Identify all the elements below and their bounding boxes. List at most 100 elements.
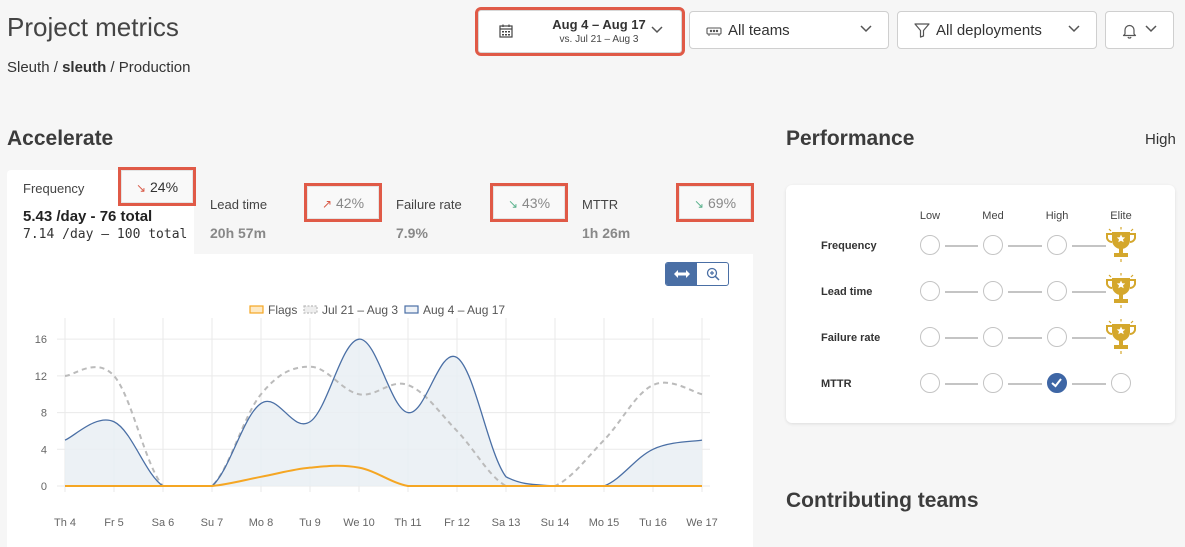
level-header: High [1045,210,1069,222]
level-connector [1008,383,1042,385]
deployments-dropdown-label: All deployments [936,22,1042,39]
arrow-down-right-icon: ↘ [135,181,147,195]
x-tick-label: Tu 9 [299,517,321,529]
x-tick-label: We 10 [343,517,375,529]
arrow-down-right-icon: ↘ [693,197,705,211]
deployments-dropdown[interactable]: All deployments [897,11,1097,49]
arrow-up-right-icon: ↗ [321,197,333,211]
y-tick-label: 16 [35,334,47,346]
x-tick-label: Tu 16 [639,517,667,529]
chevron-down-icon [860,25,872,33]
trophy-icon [1106,227,1136,262]
y-tick-label: 4 [41,444,47,456]
y-tick-label: 0 [41,481,47,493]
change-badge: ↘ 69% [676,183,754,222]
level-connector [945,383,978,385]
x-tick-label: Mo 15 [589,517,620,529]
metric-value: 7.9% [396,225,428,241]
performance-row-label: MTTR [821,378,852,390]
legend-swatch [303,305,318,314]
change-value: 42% [336,195,365,211]
breadcrumb-separator: / [53,59,58,76]
change-badge: ↘ 43% [490,183,568,222]
performance-row-label: Frequency [821,240,877,252]
level-circle [1047,235,1067,255]
x-tick-label: Fr 12 [444,517,470,529]
level-connector [1072,337,1106,339]
deployment-frequency-chart: 0 4 8 12 16 Th 4 Fr 5 Sa 6 Su 7 Mo 8 Tu 9 We 10 Th 1… [35,303,718,529]
level-header: Med [982,210,1004,222]
x-tick-label: Th 4 [54,517,76,529]
performance-overall: High [1145,131,1176,148]
level-connector [945,337,978,339]
metric-tabs: Frequency 5.43 /day - 76 total 7.14 /day… [7,167,754,254]
performance-row-label: Lead time [821,286,873,298]
date-range-compare: vs. Jul 21 – Aug 3 [559,34,639,45]
filter-icon [914,23,930,38]
change-badge: ↘ 24% [118,167,196,206]
legend-swatch [249,305,264,314]
level-circle [1047,327,1067,347]
change-value: 43% [522,195,551,211]
level-connector [1072,291,1106,293]
level-connector [945,245,978,247]
x-tick-label: We 17 [686,517,718,529]
x-tick-label: Su 7 [201,517,224,529]
date-range-picker[interactable]: Aug 4 – Aug 17 vs. Jul 21 – Aug 3 [475,7,685,56]
tab-label: MTTR [582,197,619,212]
performance-row-label: Failure rate [821,332,881,344]
notifications-dropdown[interactable] [1105,11,1174,49]
page-title: Project metrics [7,12,179,42]
breadcrumb-project[interactable]: sleuth [62,59,106,76]
metric-value: 20h 57m [210,225,267,241]
legend-label: Jul 21 – Aug 3 [322,303,398,317]
level-header: Low [919,210,941,222]
breadcrumb-env[interactable]: Production [119,59,191,76]
x-tick-label: Sa 6 [152,517,175,529]
level-connector [1008,245,1042,247]
trophy-icon [1106,319,1136,354]
x-tick-label: Sa 13 [492,517,521,529]
change-value: 69% [708,195,737,211]
legend-label: Flags [268,303,297,317]
trophy-icon [1106,273,1136,308]
change-badge: ↗ 42% [304,183,382,222]
level-circle [1111,373,1131,393]
date-range-main: Aug 4 – Aug 17 [552,17,646,32]
teams-dropdown-label: All teams [728,22,790,39]
metric-value: 5.43 /day - 76 total [23,208,153,225]
team-icon [706,27,722,36]
chevron-down-icon [1145,25,1157,33]
y-tick-label: 12 [35,371,47,383]
breadcrumb-org[interactable]: Sleuth [7,59,50,76]
teams-dropdown[interactable]: All teams [689,11,889,49]
y-tick-label: 8 [41,408,47,420]
level-circle [920,327,940,347]
chevron-down-icon [1068,25,1080,33]
arrow-down-right-icon: ↘ [507,197,519,211]
metric-value: 1h 26m [582,225,631,241]
level-circle [920,235,940,255]
level-circle [983,235,1003,255]
tab-label: Frequency [23,181,85,196]
level-connector [1008,337,1042,339]
level-header: Elite [1110,210,1132,222]
level-connector [945,291,978,293]
level-circle [920,373,940,393]
level-circle [983,373,1003,393]
level-circle [983,327,1003,347]
change-value: 24% [150,179,179,195]
legend-swatch [404,305,419,314]
level-circle [1047,281,1067,301]
breadcrumb: Sleuth / sleuth / Production [7,59,190,76]
accelerate-title: Accelerate [7,127,114,150]
level-circle [920,281,940,301]
x-tick-label: Mo 8 [249,517,273,529]
metric-compare: 7.14 /day – 100 total [23,227,188,242]
chart-card: 0 4 8 12 16 Th 4 Fr 5 Sa 6 Su 7 Mo 8 Tu 9 We 10 Th 1… [7,254,753,547]
x-tick-label: Fr 5 [104,517,124,529]
check-circle-icon [1047,373,1067,393]
chevron-down-icon [651,26,663,34]
breadcrumb-separator: / [110,59,115,76]
level-connector [1072,383,1106,385]
